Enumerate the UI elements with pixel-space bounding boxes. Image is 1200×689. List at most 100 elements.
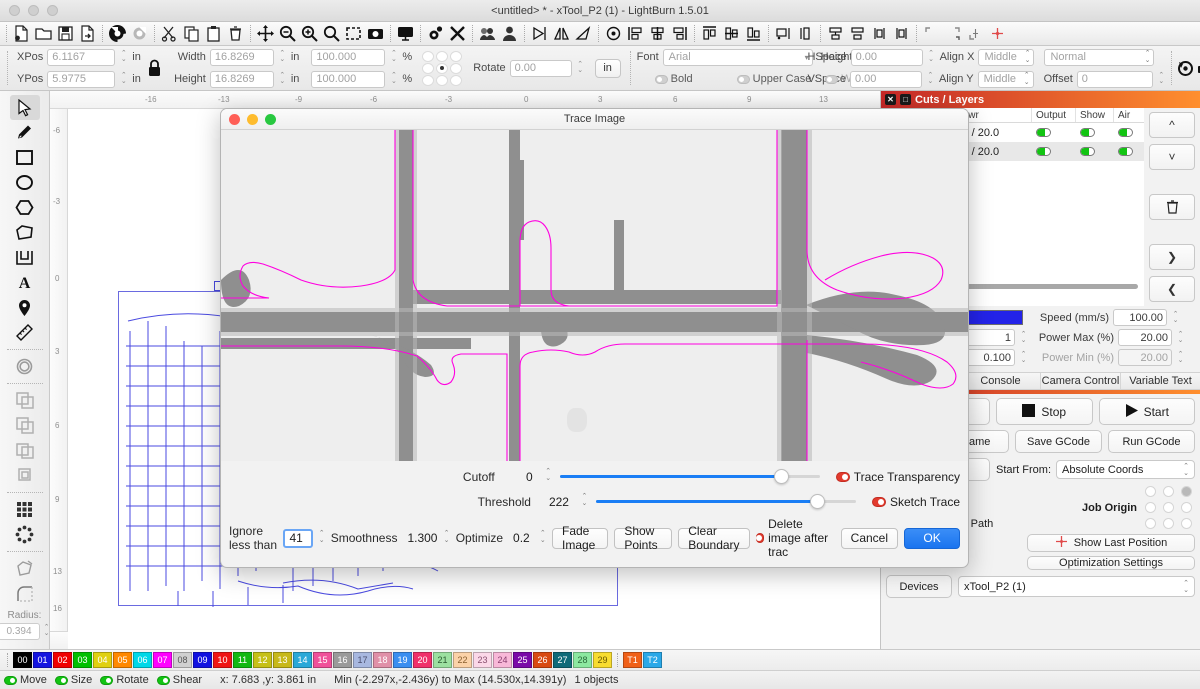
node-marker-tool-icon[interactable]: [10, 295, 40, 320]
copy-icon[interactable]: [181, 23, 202, 44]
device-select[interactable]: xTool_P2 (1): [958, 576, 1195, 597]
undo-icon[interactable]: [107, 23, 128, 44]
measure-tool-icon[interactable]: [10, 320, 40, 345]
threshold-stepper[interactable]: [579, 493, 590, 510]
xpos-input[interactable]: 6.1167: [47, 49, 115, 66]
palette-swatch[interactable]: 27: [553, 652, 572, 668]
uppercase-toggle[interactable]: [737, 75, 750, 84]
smoothness-stepper[interactable]: [443, 530, 449, 547]
align-center-v-icon[interactable]: [721, 23, 742, 44]
color-palette[interactable]: 00 01 02 03 04 05 06 07 08 09 10 11 12 1…: [0, 649, 1200, 670]
main-toolbar[interactable]: [0, 22, 1200, 46]
palette-swatch[interactable]: 26: [533, 652, 552, 668]
closed-shape-tool-icon[interactable]: [10, 220, 40, 245]
paste-icon[interactable]: [203, 23, 224, 44]
welded-toggle[interactable]: [825, 75, 838, 84]
sketch-trace-toggle[interactable]: [872, 497, 886, 507]
show-points-button[interactable]: Show Points: [614, 528, 672, 549]
lock-icon[interactable]: [146, 55, 163, 81]
dialog-title-bar[interactable]: Trace Image: [221, 109, 968, 130]
interval-input[interactable]: 0.100: [965, 349, 1015, 366]
delete-layer-button[interactable]: [1149, 194, 1195, 220]
text-tool-icon[interactable]: A: [10, 270, 40, 295]
corner-tl-icon[interactable]: [921, 23, 942, 44]
anchor-tl[interactable]: [422, 51, 434, 62]
trace-transparency-checkbox[interactable]: Trace Transparency: [836, 470, 960, 484]
height-percent-input[interactable]: 100.000: [311, 71, 385, 88]
anchor-bc[interactable]: [436, 75, 448, 86]
trace-image-dialog[interactable]: Trace Image: [220, 108, 969, 568]
palette-swatch[interactable]: 17: [353, 652, 372, 668]
rotate-reset-icon[interactable]: [1176, 58, 1195, 79]
rotate-stepper[interactable]: [576, 60, 585, 77]
maximize-button[interactable]: [47, 5, 58, 16]
threshold-value[interactable]: 222: [537, 492, 573, 511]
hspace-stepper[interactable]: [927, 49, 936, 66]
cuts-side-buttons[interactable]: ^ ˅ ❯ ❮: [1144, 108, 1200, 306]
cancel-button[interactable]: Cancel: [841, 528, 898, 549]
palette-swatch[interactable]: 24: [493, 652, 512, 668]
minimize-button[interactable]: [28, 5, 39, 16]
align-center-h-icon[interactable]: [647, 23, 668, 44]
tool-swatch-t2[interactable]: T2: [643, 652, 662, 668]
move-icon[interactable]: [255, 23, 276, 44]
optimize-stepper[interactable]: [540, 530, 546, 547]
delete-image-after-trace-checkbox[interactable]: Delete image after trac: [756, 517, 835, 559]
show-last-position-button[interactable]: Show Last Position: [1027, 534, 1195, 552]
delete-image-after-trace-toggle[interactable]: [756, 533, 765, 543]
save-gcode-button[interactable]: Save GCode: [1015, 430, 1102, 453]
speed-stepper[interactable]: [1171, 309, 1180, 326]
anchor-mr[interactable]: [450, 63, 462, 74]
palette-swatch[interactable]: 09: [193, 652, 212, 668]
cut-icon[interactable]: [159, 23, 180, 44]
union-tool-icon[interactable]: [10, 413, 40, 438]
offset-input[interactable]: 0: [1077, 71, 1153, 88]
tool-swatch-t1[interactable]: T1: [623, 652, 642, 668]
output-toggle[interactable]: [1036, 128, 1051, 137]
delete-icon[interactable]: [225, 23, 246, 44]
palette-swatch[interactable]: 23: [473, 652, 492, 668]
polygon-tool-icon[interactable]: [10, 195, 40, 220]
threshold-slider[interactable]: [596, 493, 856, 510]
move-up-button[interactable]: ^: [1149, 112, 1195, 138]
open-file-icon[interactable]: [33, 23, 54, 44]
property-bar[interactable]: XPos 6.1167 in YPos 5.9775 in Width: [0, 46, 1200, 91]
speed-input[interactable]: 100.00: [1113, 309, 1167, 326]
group-h-icon[interactable]: [869, 23, 890, 44]
palette-swatch[interactable]: 21: [433, 652, 452, 668]
group-v-icon[interactable]: [891, 23, 912, 44]
center-origin-icon[interactable]: [987, 23, 1008, 44]
print-cut-icon[interactable]: [1195, 58, 1200, 79]
cutoff-slider[interactable]: [560, 468, 820, 485]
left-toolbar[interactable]: A Radius: 0.394: [0, 91, 50, 649]
start-from-select[interactable]: Absolute Coords: [1056, 460, 1195, 479]
palette-swatch[interactable]: 18: [373, 652, 392, 668]
palette-swatch[interactable]: 15: [313, 652, 332, 668]
font-select[interactable]: Arial ▾: [663, 49, 813, 66]
panel-close-icon[interactable]: ✕: [885, 94, 896, 105]
vspace-input[interactable]: 0.00: [850, 71, 922, 88]
layer-color-swatch[interactable]: [965, 310, 1023, 325]
bold-checkbox[interactable]: Bold: [655, 73, 693, 85]
offset-stepper[interactable]: [1157, 71, 1166, 88]
ypos-stepper[interactable]: [119, 71, 128, 88]
unit-group[interactable]: in: [590, 46, 626, 90]
air-toggle[interactable]: [1118, 147, 1133, 156]
uppercase-checkbox[interactable]: Upper Case: [737, 73, 812, 85]
corner-bl-icon[interactable]: [965, 23, 986, 44]
vspace-stepper[interactable]: [926, 71, 935, 88]
ellipse-tool-icon[interactable]: [10, 170, 40, 195]
origin-mc[interactable]: [1163, 502, 1174, 513]
stop-button[interactable]: Stop: [996, 398, 1093, 425]
origin-bl[interactable]: [1145, 518, 1156, 529]
optimization-settings-button[interactable]: Optimization Settings: [1027, 556, 1195, 570]
palette-swatch[interactable]: 00: [13, 652, 32, 668]
start-button[interactable]: Start: [1099, 398, 1196, 425]
aligny-select[interactable]: Middle: [978, 71, 1034, 88]
tab-variable-text[interactable]: Variable Text: [1121, 373, 1200, 389]
pen-tool-icon[interactable]: [10, 120, 40, 145]
intersect-tool-icon[interactable]: [10, 463, 40, 488]
group-icon[interactable]: [477, 23, 498, 44]
align-right-icon[interactable]: [669, 23, 690, 44]
ok-button[interactable]: OK: [904, 528, 960, 549]
